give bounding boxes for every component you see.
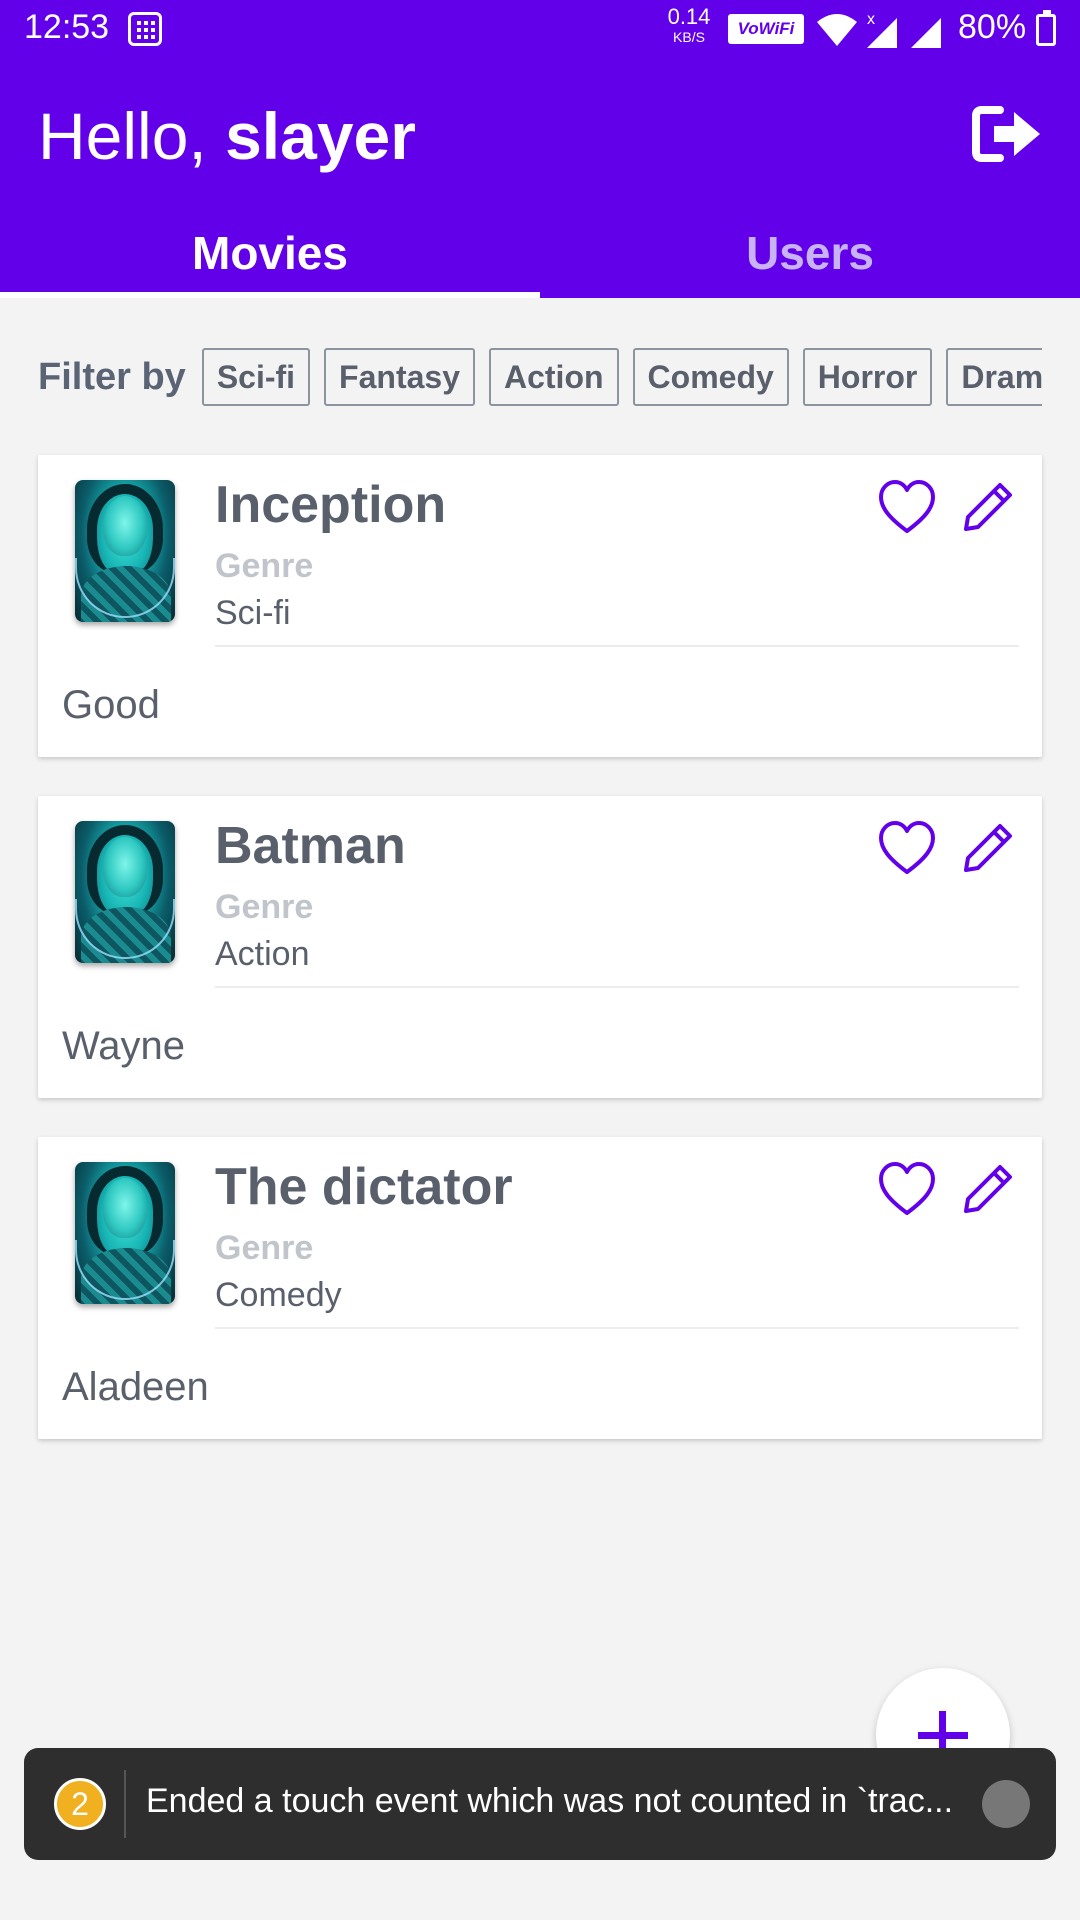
pencil-icon[interactable] (960, 479, 1016, 535)
network-speed: 0.14 KB/S (667, 4, 711, 45)
toast-count-badge: 2 (54, 1778, 106, 1830)
signal-icon-2 (911, 18, 941, 48)
wifi-icon (817, 14, 857, 46)
genre-value: Action (215, 935, 310, 973)
filter-chip-scifi[interactable]: Sci-fi (201, 348, 311, 406)
app-bar: Hello, slayer Movies Users (0, 58, 1080, 298)
toast-divider (124, 1770, 126, 1838)
heart-outline-icon[interactable] (878, 820, 936, 876)
divider (215, 645, 1019, 647)
filter-chip-fantasy[interactable]: Fantasy (324, 348, 475, 406)
filter-chip-horror[interactable]: Horror (802, 348, 933, 406)
movie-title: Batman (215, 817, 406, 875)
toast-notification[interactable]: 2 Ended a touch event which was not coun… (24, 1748, 1056, 1860)
logout-button[interactable] (972, 102, 1044, 166)
svg-text:x: x (867, 11, 875, 28)
movie-card[interactable]: Batman Genre Action Wayne (38, 796, 1042, 1098)
movie-poster (75, 480, 175, 622)
username: slayer (225, 99, 416, 173)
heart-outline-icon[interactable] (878, 1161, 936, 1217)
calculator-icon (128, 12, 162, 46)
genre-label: Genre (215, 888, 314, 926)
genre-filter-row: Filter by Sci-fi Fantasy Action Comedy H… (38, 346, 1042, 408)
toast-message: Ended a touch event which was not counte… (146, 1782, 954, 1820)
movie-description: Wayne (62, 1024, 186, 1068)
movie-title: Inception (215, 476, 447, 534)
status-bar: 12:53 0.14 KB/S VoWiFi x 80% (0, 0, 1080, 58)
filter-label: Filter by (38, 355, 186, 398)
divider (215, 986, 1019, 988)
genre-value: Sci-fi (215, 594, 291, 632)
movie-poster (75, 821, 175, 963)
divider (215, 1327, 1019, 1329)
greeting-prefix: Hello, (38, 99, 207, 173)
tab-bar: Movies Users (0, 208, 1080, 298)
filter-chip-action[interactable]: Action (488, 348, 619, 406)
filter-chip-comedy[interactable]: Comedy (632, 348, 789, 406)
filter-chip-drama[interactable]: Drama (946, 348, 1042, 406)
heart-outline-icon[interactable] (878, 479, 936, 535)
movie-description: Good (62, 683, 160, 727)
logout-icon (972, 106, 1040, 162)
genre-label: Genre (215, 1229, 314, 1267)
tab-users[interactable]: Users (540, 208, 1080, 298)
movie-card[interactable]: Inception Genre Sci-fi Good (38, 455, 1042, 757)
genre-label: Genre (215, 547, 314, 585)
toast-dismiss-button[interactable] (982, 1780, 1030, 1828)
tab-movies[interactable]: Movies (0, 208, 540, 298)
pencil-icon[interactable] (960, 1161, 1016, 1217)
status-time: 12:53 (24, 8, 110, 46)
greeting: Hello, slayer (38, 98, 416, 174)
pencil-icon[interactable] (960, 820, 1016, 876)
movie-poster (75, 1162, 175, 1304)
battery-icon (1036, 10, 1056, 46)
movie-description: Aladeen (62, 1365, 209, 1409)
genre-value: Comedy (215, 1276, 342, 1314)
battery-percent: 80% (958, 8, 1027, 46)
movie-title: The dictator (215, 1158, 513, 1216)
signal-icons: x (815, 10, 955, 55)
movie-card[interactable]: The dictator Genre Comedy Aladeen (38, 1137, 1042, 1439)
vowifi-badge: VoWiFi (728, 14, 804, 44)
